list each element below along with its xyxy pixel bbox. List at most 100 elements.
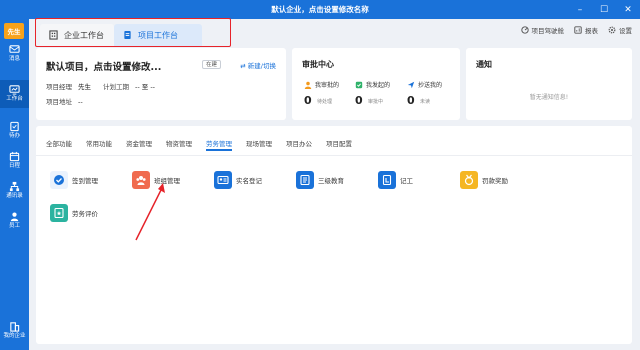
contacts-icon <box>9 181 20 192</box>
approval-label: 抄送我的 <box>418 82 443 89</box>
sidebar-item-messages[interactable]: 消息 <box>0 40 29 68</box>
sidebar-item-label: 通讯录 <box>6 193 23 199</box>
message-icon <box>9 45 20 53</box>
tab-site-management[interactable]: 现场管理 <box>246 138 272 148</box>
annotation-arrow <box>135 183 165 241</box>
worklog-icon <box>378 171 396 189</box>
divider <box>36 155 632 156</box>
app-logo[interactable]: 先生 <box>4 23 24 39</box>
period-field: 计划工期 -- 至 -- <box>103 81 155 91</box>
sidebar-item-label: 日程 <box>8 163 20 169</box>
approval-sub: 未读 <box>420 99 431 105</box>
education-icon <box>296 171 314 189</box>
person-icon <box>304 81 312 89</box>
project-title[interactable]: 默认项目，点击设置修改... <box>46 59 161 73</box>
minimize-button[interactable]: – <box>568 0 592 19</box>
approval-item-initiated[interactable]: 我发起的 0 审批中 <box>355 80 407 107</box>
staff-icon <box>10 212 19 222</box>
report-button[interactable]: 报表 <box>574 25 598 35</box>
function-real-name[interactable]: 实名登记 <box>214 171 262 189</box>
window-title: 默认企业，点击设置修改名称 <box>271 5 369 14</box>
function-label: 劳务评价 <box>72 210 98 218</box>
cockpit-icon <box>520 26 529 34</box>
tab-project-config[interactable]: 项目配置 <box>326 138 352 148</box>
switch-label: 新建/切换 <box>247 62 276 70</box>
report-icon <box>574 26 582 34</box>
edit-icon <box>355 81 363 88</box>
tab-fund-management[interactable]: 资金管理 <box>126 138 152 148</box>
tab-labor-management[interactable]: 劳务管理 <box>206 138 232 151</box>
notice-title: 通知 <box>476 60 492 69</box>
sidebar-item-label: 我的企业 <box>3 333 26 339</box>
settings-label: 设置 <box>619 27 632 35</box>
gear-icon <box>608 26 616 34</box>
title-bar: 默认企业，点击设置修改名称 – ☐ ✕ <box>0 0 640 19</box>
reward-icon <box>460 171 478 189</box>
close-button[interactable]: ✕ <box>616 0 640 19</box>
function-education[interactable]: 三级教育 <box>296 171 344 189</box>
status-badge: 在建 <box>202 60 222 69</box>
manager-value: 先生 <box>78 83 91 91</box>
function-worklog[interactable]: 记工 <box>378 171 413 189</box>
tab-project-office[interactable]: 项目办公 <box>286 138 312 148</box>
manager-label: 项目经理 <box>46 83 72 91</box>
approval-item-cc[interactable]: 抄送我的 0 未读 <box>407 80 459 107</box>
enterprise-icon <box>10 322 20 332</box>
sidebar-item-calendar[interactable]: 日程 <box>0 147 29 175</box>
function-label: 签到管理 <box>72 177 98 185</box>
send-icon <box>407 81 415 88</box>
address-field: 项目地址 -- <box>46 96 83 106</box>
notice-card: 通知 暂无通知信息! <box>466 48 632 120</box>
approval-count: 0 <box>407 94 415 107</box>
todo-icon <box>10 121 19 132</box>
function-checkin[interactable]: 签到管理 <box>50 171 98 189</box>
function-label: 罚款奖励 <box>482 177 508 185</box>
toolbar: 项目驾驶舱 报表 设置 <box>520 25 632 35</box>
evaluation-icon <box>50 204 68 222</box>
checkin-icon <box>50 171 68 189</box>
tab-common-functions[interactable]: 常用功能 <box>86 138 112 148</box>
approval-sub: 待处理 <box>317 99 333 105</box>
address-value: -- <box>78 98 83 106</box>
approval-count: 0 <box>355 94 363 107</box>
workbench-icon <box>9 85 20 95</box>
approval-center-card: 审批中心 我审批的 0 待处理 我发起的 0 审批中 抄送我的 0 未读 <box>292 48 460 120</box>
calendar-icon <box>9 151 20 162</box>
sidebar-item-label: 消息 <box>8 56 20 62</box>
swap-icon: ⇄ <box>240 62 248 70</box>
approval-sub: 审批中 <box>368 99 384 105</box>
tab-all-functions[interactable]: 全部功能 <box>46 138 72 148</box>
settings-button[interactable]: 设置 <box>608 25 632 35</box>
new-switch-project-link[interactable]: ⇄ 新建/切换 <box>240 60 276 70</box>
address-label: 项目地址 <box>46 98 72 106</box>
cockpit-button[interactable]: 项目驾驶舱 <box>520 25 565 35</box>
cockpit-label: 项目驾驶舱 <box>531 27 565 35</box>
sidebar-item-workbench[interactable]: 工作台 <box>0 80 29 108</box>
period-label: 计划工期 <box>103 83 129 91</box>
function-label: 实名登记 <box>236 177 262 185</box>
function-tabs: 全部功能 常用功能 资金管理 物资管理 劳务管理 现场管理 项目办公 项目配置 <box>46 138 366 151</box>
function-panel: 全部功能 常用功能 资金管理 物资管理 劳务管理 现场管理 项目办公 项目配置 … <box>36 126 632 344</box>
sidebar-item-enterprise[interactable]: 我的企业 <box>0 317 29 345</box>
sidebar-item-staff[interactable]: 员工 <box>0 207 29 235</box>
approval-title: 审批中心 <box>302 60 334 69</box>
tab-material-management[interactable]: 物资管理 <box>166 138 192 148</box>
approval-item-mine[interactable]: 我审批的 0 待处理 <box>304 80 356 107</box>
function-label: 三级教育 <box>318 177 344 185</box>
function-evaluation[interactable]: 劳务评价 <box>50 204 98 222</box>
manager-field: 项目经理 先生 <box>46 81 91 91</box>
sidebar-item-label: 员工 <box>8 223 20 229</box>
maximize-button[interactable]: ☐ <box>592 0 616 19</box>
sidebar-item-label: 待办 <box>8 133 20 139</box>
sidebar-item-label: 工作台 <box>6 96 23 102</box>
period-value: -- 至 -- <box>135 83 156 91</box>
notice-empty-text: 暂无通知信息! <box>529 94 569 101</box>
sidebar-item-contacts[interactable]: 通讯录 <box>0 177 29 205</box>
annotation-highlight-box <box>35 18 231 47</box>
project-card: 默认项目，点击设置修改... 在建 ⇄ 新建/切换 项目经理 先生 计划工期 -- … <box>36 48 286 120</box>
approval-count: 0 <box>304 94 312 107</box>
sidebar-item-todo[interactable]: 待办 <box>0 117 29 145</box>
approval-label: 我发起的 <box>366 82 391 89</box>
function-reward[interactable]: 罚款奖励 <box>460 171 508 189</box>
id-card-icon <box>214 171 232 189</box>
